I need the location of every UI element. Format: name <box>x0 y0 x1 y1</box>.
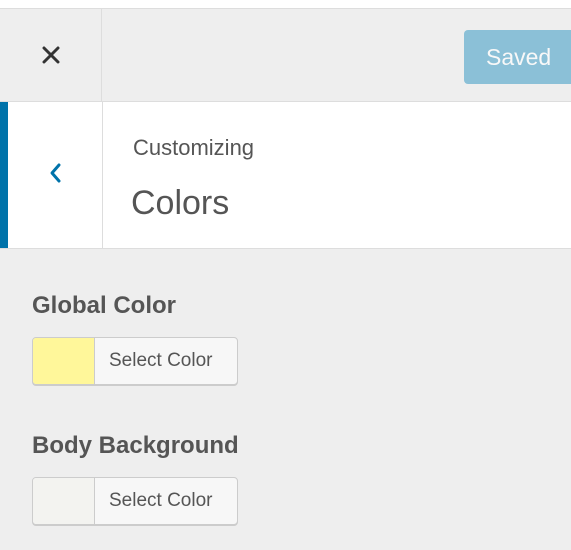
body-background-button[interactable]: Select Color <box>32 477 238 525</box>
chevron-left-icon <box>48 162 62 189</box>
top-edge <box>0 0 571 8</box>
breadcrumb: Customizing <box>133 135 255 160</box>
body-background-button-label: Select Color <box>109 490 213 511</box>
back-button[interactable] <box>0 102 103 248</box>
section-header: Customizing Colors <box>0 102 571 249</box>
saved-button-label: Saved <box>486 43 552 70</box>
global-color-button[interactable]: Select Color <box>32 337 238 385</box>
body-background-swatch <box>33 478 95 524</box>
global-color-label: Global Color <box>32 292 176 319</box>
section-title: Colors <box>131 184 230 222</box>
global-color-swatch <box>33 338 95 384</box>
customizer-panel: Saved Customizing Colors Global Color Se… <box>0 0 571 550</box>
close-icon <box>42 46 60 64</box>
global-color-button-label: Select Color <box>109 350 213 371</box>
body-background-label: Body Background <box>32 432 239 459</box>
saved-button[interactable]: Saved <box>464 30 571 84</box>
close-button[interactable] <box>0 9 102 101</box>
customizer-header: Saved <box>0 8 571 102</box>
